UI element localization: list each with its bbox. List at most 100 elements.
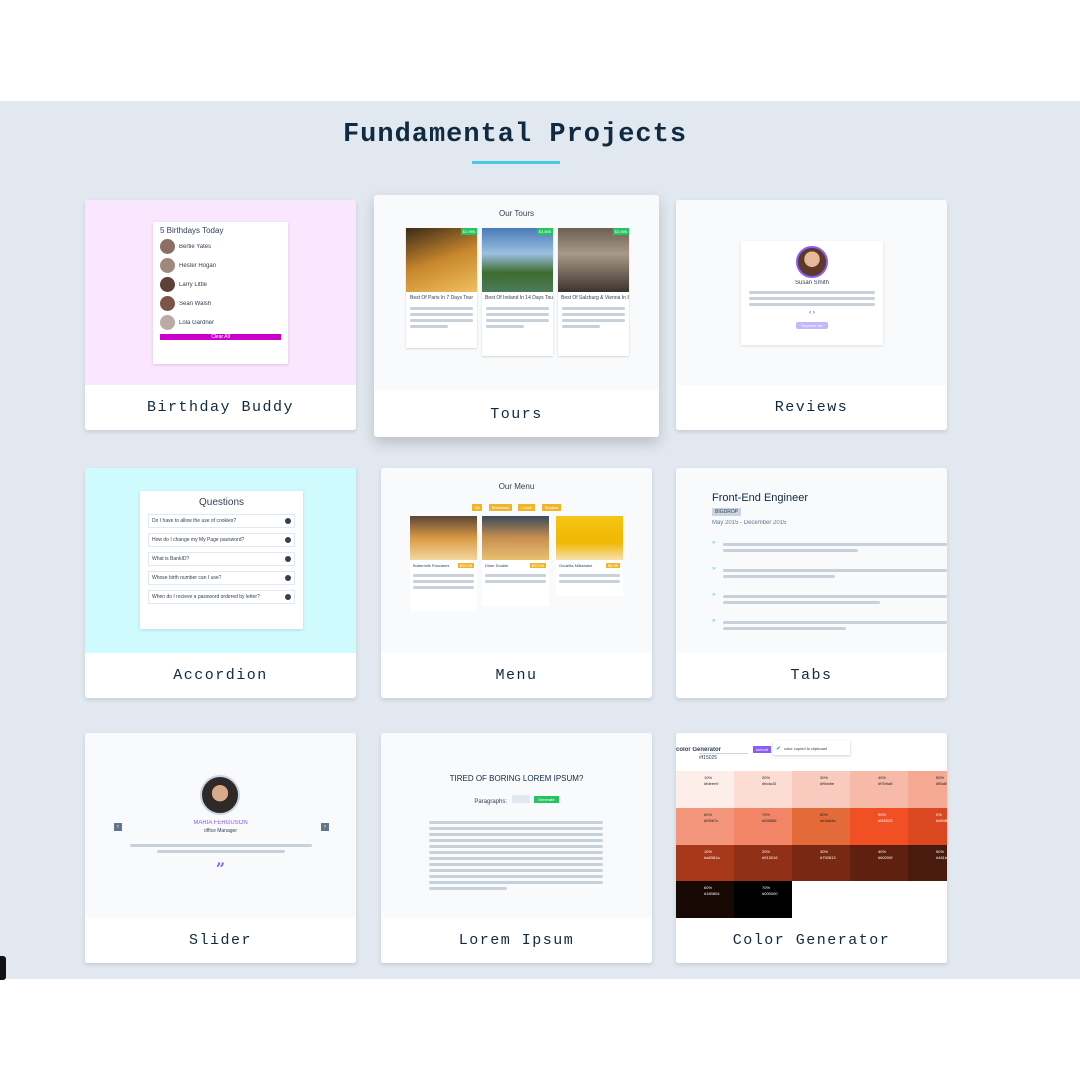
swatch-percent: 90% [878, 811, 887, 817]
question-text: How do I change my My Page password? [152, 537, 245, 543]
swatch-percent: 60% [704, 885, 713, 891]
person-name: Sean Walsh [179, 300, 212, 307]
project-card-tabs[interactable]: Front-End Engineer BIGDROP May 2015 - De… [676, 468, 947, 698]
lorem-text [429, 818, 603, 890]
menu-item-name: Godzilla Milkshake [559, 563, 593, 568]
person-row: Larry Little [160, 277, 281, 292]
avatar [200, 775, 240, 815]
preview-heading: TIRED OF BORING LOREM IPSUM? [449, 774, 584, 783]
category-chip: All [472, 504, 483, 511]
plus-icon [285, 594, 291, 600]
project-card-birthday-buddy[interactable]: 5 Birthdays Today Bertie Yates Hester Ho… [85, 200, 356, 430]
tour-card: $3,895 Best Of Ireland In 14 Days Tour [482, 228, 553, 356]
project-card-slider[interactable]: maria ferguson office manager ” ‹ › Slid… [85, 733, 356, 963]
toast-text: color copied to clipboard [784, 745, 828, 751]
question-text: Whose birth number can I use? [152, 575, 222, 581]
project-card-lorem-ipsum[interactable]: TIRED OF BORING LOREM IPSUM? Paragraphs:… [381, 733, 652, 963]
project-label: Menu [381, 653, 652, 698]
person-row: Sean Walsh [160, 296, 281, 311]
color-swatch[interactable]: 90% #f15025 [850, 807, 908, 845]
swatch-percent: 60% [704, 811, 713, 817]
swatch-hex: #d94821 [936, 817, 947, 823]
color-swatch[interactable]: 30% #792813 [792, 844, 850, 882]
double-chevron-icon: » [712, 566, 716, 572]
amount-label: Paragraphs: [474, 799, 508, 805]
color-swatch[interactable]: 10% #a8381a [676, 844, 734, 882]
project-thumbnail: Questions Do I have to allow the use of … [85, 468, 356, 653]
project-thumbnail: maria ferguson office manager ” ‹ › [85, 733, 356, 918]
menu-item-name: Buttermilk Pancakes [413, 563, 450, 568]
color-swatch[interactable]: 0%#d94821 [908, 807, 947, 845]
swatch-hex: #f3967c [704, 817, 719, 823]
project-thumbnail: Our Tours $1,995 Best Of Paris In 7 Days… [374, 195, 659, 390]
swatch-hex: #000000 [762, 891, 778, 897]
project-thumbnail: 5 Birthdays Today Bertie Yates Hester Ho… [85, 200, 356, 385]
tour-name: Best Of Ireland In 14 Days Tour [485, 295, 553, 301]
submit-button: submit [753, 746, 771, 753]
swatch-percent: 40% [878, 775, 887, 780]
category-chip: Shakes [541, 504, 561, 511]
question-row: Whose birth number can I use? [148, 571, 295, 585]
swatch-percent: 10% [704, 848, 713, 854]
swatch-percent: 30% [820, 775, 829, 780]
surprise-button: Surprise Me [796, 322, 828, 329]
menu-item-price: $15.99 [457, 563, 474, 568]
plus-icon [285, 575, 291, 581]
swatch-hex: #f5a892 [936, 781, 947, 786]
project-card-color-generator[interactable]: color generator #f15025 submit ✔ color c… [676, 733, 947, 963]
check-icon: ✔ [776, 745, 782, 752]
swatch-hex: #a8381a [704, 854, 720, 860]
menu-image [482, 516, 549, 560]
color-swatch[interactable]: 60% #180804 [676, 881, 734, 918]
duty-item: » [712, 566, 947, 578]
person-row: Hester Hogan [160, 258, 281, 273]
project-card-menu[interactable]: Our Menu All Breakfast Lunch Shakes Butt… [381, 468, 652, 698]
project-card-reviews[interactable]: Susan Smith ‹ › Surprise Me Reviews [676, 200, 947, 430]
avatar [160, 277, 175, 292]
swatch-percent: 50% [936, 775, 945, 780]
project-thumbnail: TIRED OF BORING LOREM IPSUM? Paragraphs:… [381, 733, 652, 918]
person-name: Lola Gardner [179, 319, 215, 326]
color-swatch[interactable]: 40% #f7b9a8 [850, 771, 908, 808]
tour-image [558, 228, 629, 292]
project-card-tours[interactable]: Our Tours $1,995 Best Of Paris In 7 Days… [374, 195, 659, 437]
color-swatch[interactable]: 20% #fcdcd3 [734, 771, 792, 808]
accordion-preview: Questions Do I have to allow the use of … [140, 491, 303, 629]
menu-item: Godzilla Milkshake $6.99 [556, 516, 623, 596]
preview-heading: Our Menu [498, 482, 535, 491]
avatar [160, 315, 175, 330]
project-thumbnail: color generator #f15025 submit ✔ color c… [676, 733, 947, 918]
question-row: How do I change my My Page password? [148, 533, 295, 547]
project-label: Color Generator [676, 918, 947, 963]
plus-icon [285, 518, 291, 524]
person-row: Lola Gardner [160, 315, 281, 330]
people-list: Bertie Yates Hester Hogan Larry Little S… [160, 239, 281, 330]
menu-item-price: $6.99 [605, 563, 620, 568]
page-title: Fundamental Projects [342, 120, 688, 150]
swatch-hex: #913016 [762, 854, 778, 860]
swatch-percent: 40% [878, 848, 887, 854]
person-row: Bertie Yates [160, 239, 281, 254]
birthday-preview: 5 Birthdays Today Bertie Yates Hester Ho… [153, 222, 288, 364]
project-card-accordion[interactable]: Questions Do I have to allow the use of … [85, 468, 356, 698]
color-swatch[interactable]: 60% #f3967c [676, 807, 734, 845]
color-swatch[interactable]: 50%#481b0e [908, 844, 947, 882]
project-label: Tabs [676, 653, 947, 698]
color-swatch[interactable]: 10% #fdeee9 [676, 771, 734, 808]
swatch-percent: 10% [704, 775, 713, 780]
color-swatch[interactable]: 40% #60200f [850, 844, 908, 882]
color-swatch[interactable]: 20% #913016 [734, 844, 792, 882]
color-swatch[interactable]: 50%#f5a892 [908, 771, 947, 808]
project-label: Tours [374, 392, 659, 437]
project-label: Lorem Ipsum [381, 918, 652, 963]
preview-heading: Our Tours [499, 209, 534, 218]
duty-list: » » » » [712, 540, 947, 630]
color-swatch[interactable]: 70% #f28566 [734, 807, 792, 845]
project-thumbnail: Our Menu All Breakfast Lunch Shakes Butt… [381, 468, 652, 653]
job-dates: May 2015 - December 2015 [712, 520, 787, 526]
color-swatch[interactable]: 70% #000000 [734, 881, 792, 918]
title-underline [472, 161, 560, 164]
color-swatch[interactable]: 80% #e46a3a [792, 807, 850, 845]
preview-heading: 5 Birthdays Today [160, 226, 224, 235]
color-swatch[interactable]: 30% #f9cbbe [792, 771, 850, 808]
